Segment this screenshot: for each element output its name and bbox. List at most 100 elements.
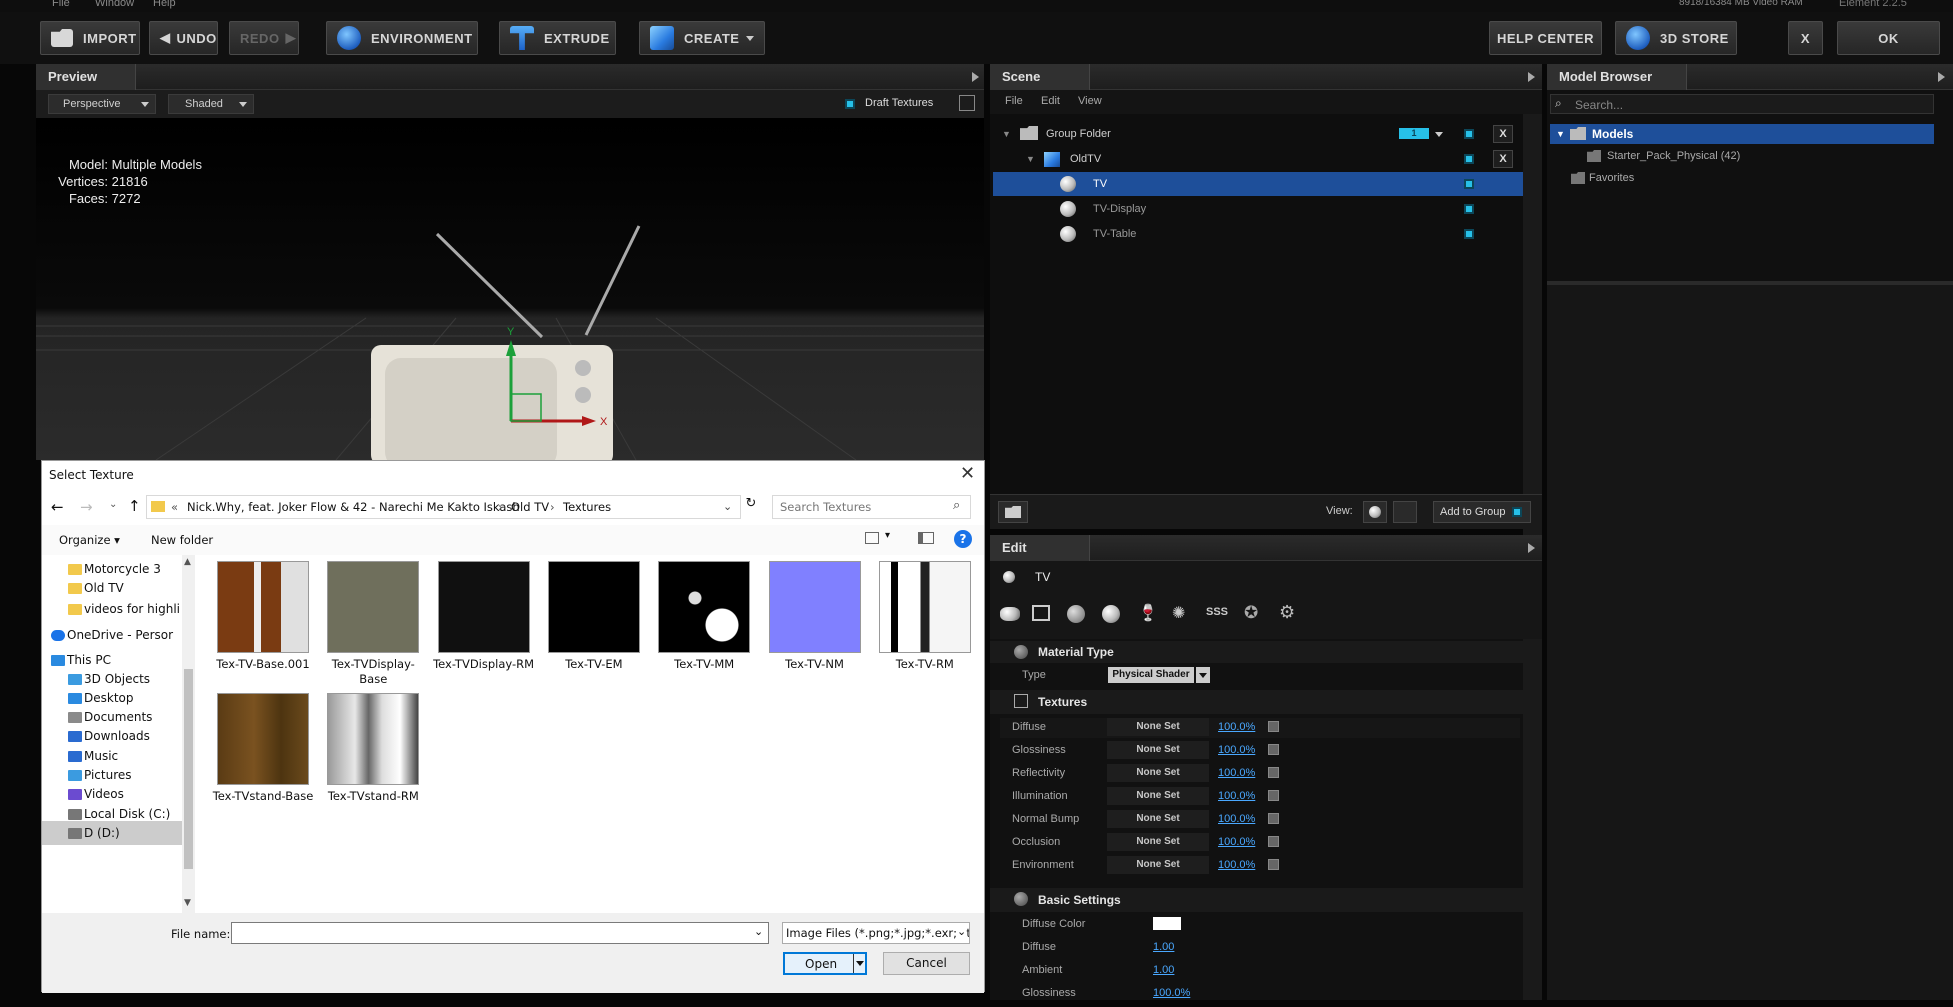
shading-tab-icon[interactable] (1067, 605, 1085, 623)
scene-menu-view[interactable]: View (1078, 95, 1102, 107)
model-search-input[interactable]: ⌕ Search... (1550, 94, 1934, 114)
file-thumbnail[interactable] (327, 693, 420, 785)
model-browser-tab[interactable]: Model Browser (1547, 64, 1687, 90)
scene-row-oldtv[interactable]: ▼ OldTV X (993, 147, 1523, 171)
edit-scrollbar[interactable] (1523, 639, 1542, 1000)
environment-button[interactable]: ENVIRONMENT (326, 21, 478, 55)
file-name-input[interactable]: ⌄ (231, 922, 769, 944)
edit-tab[interactable]: Edit (990, 535, 1090, 561)
diffuse-color-swatch[interactable] (1153, 917, 1181, 930)
texture-strength-value[interactable]: 100.0% (1218, 790, 1255, 802)
preview-tab[interactable]: Preview (36, 64, 136, 90)
texture-options-button[interactable] (1268, 744, 1279, 755)
file-thumbnail[interactable] (658, 561, 751, 653)
material-tab-icon[interactable] (1000, 607, 1020, 621)
draft-textures-checkbox[interactable] (845, 99, 855, 109)
breadcrumb-2[interactable]: Old TV (511, 496, 549, 518)
file-thumbnail[interactable] (217, 561, 309, 653)
file-label[interactable]: Tex-TV-NM (761, 657, 869, 672)
texture-slot-button[interactable]: None Set (1107, 833, 1209, 851)
open-button[interactable]: Open (783, 952, 867, 975)
texture-options-button[interactable] (1268, 859, 1279, 870)
remove-button[interactable]: X (1493, 150, 1513, 168)
file-label[interactable]: Tex-TV-MM (650, 657, 758, 672)
menu-help[interactable]: Help (153, 0, 176, 9)
scene-menu-edit[interactable]: Edit (1041, 95, 1060, 107)
file-thumbnail[interactable] (327, 561, 420, 653)
texture-strength-value[interactable]: 100.0% (1218, 859, 1255, 871)
extrude-button[interactable]: EXTRUDE (499, 21, 616, 55)
texture-slot-button[interactable]: None Set (1107, 764, 1209, 782)
nav-item-d-d-[interactable]: D (D:) (42, 821, 182, 845)
new-folder-button[interactable]: New folder (151, 533, 213, 547)
scene-menu-file[interactable]: File (1005, 95, 1023, 107)
scroll-down-icon[interactable]: ▼ (184, 898, 191, 908)
chevron-down-icon[interactable] (1435, 132, 1443, 137)
view-mode-dropdown[interactable]: Perspective (48, 94, 156, 114)
sss-tab-icon[interactable]: SSS (1206, 606, 1228, 618)
file-label[interactable]: Tex-TV-Base.001 (209, 657, 317, 672)
scene-scrollbar[interactable] (1523, 114, 1542, 556)
visibility-toggle[interactable] (1464, 204, 1474, 214)
scroll-up-icon[interactable]: ▲ (184, 557, 191, 567)
file-label[interactable]: Tex-TVDisplay-RM (430, 657, 538, 672)
visibility-toggle[interactable] (1464, 154, 1474, 164)
texture-options-button[interactable] (1268, 813, 1279, 824)
expand-arrow-icon[interactable]: ▼ (1556, 124, 1565, 144)
ambient-value[interactable]: 1.00 (1153, 964, 1174, 976)
remove-button[interactable]: X (1493, 125, 1513, 143)
scene-row-tv[interactable]: TV (993, 172, 1526, 196)
nav-item-videos-for-highli[interactable]: videos for highli (42, 597, 182, 621)
chevron-down-icon[interactable]: ⌄ (957, 925, 967, 938)
close-icon[interactable]: ✕ (960, 463, 975, 484)
scene-row-group-folder[interactable]: ▼ Group Folder 1 X (993, 122, 1523, 146)
organize-button[interactable]: Organize ▾ (59, 533, 120, 547)
file-thumbnail[interactable] (768, 561, 861, 653)
chevron-down-icon[interactable]: ⌄ (723, 496, 732, 518)
file-type-select[interactable]: Image Files (*.png;*.jpg;*.exr;*.t ⌄ (782, 922, 970, 944)
panel-expand-icon[interactable] (1528, 72, 1535, 82)
texture-tab-icon[interactable] (1032, 605, 1050, 621)
open-options-icon[interactable] (856, 961, 864, 966)
menu-window[interactable]: Window (95, 0, 134, 9)
shader-type-dropdown[interactable]: Physical Shader (1108, 667, 1194, 683)
ok-button[interactable]: OK (1837, 21, 1940, 55)
create-button[interactable]: CREATE (639, 21, 765, 55)
up-arrow-icon[interactable]: ↑ (128, 497, 141, 515)
texture-options-button[interactable] (1268, 836, 1279, 847)
texture-strength-value[interactable]: 100.0% (1218, 744, 1255, 756)
texture-slot-button[interactable]: None Set (1107, 718, 1209, 736)
texture-slot-button[interactable]: None Set (1107, 810, 1209, 828)
light-bulb-icon[interactable]: ✺ (1172, 603, 1185, 623)
reflection-tab-icon[interactable] (1102, 605, 1120, 623)
browser-item-favorites[interactable]: Favorites (1571, 168, 1911, 188)
file-thumbnail[interactable] (878, 561, 971, 653)
glass-icon[interactable]: 🍷 (1138, 603, 1158, 623)
bevel-icon[interactable]: ✪ (1244, 603, 1258, 623)
file-label[interactable]: Tex-TVstand-Base (209, 789, 317, 804)
shader-dropdown-arrow[interactable] (1196, 667, 1210, 683)
file-thumbnail[interactable] (217, 693, 309, 785)
textures-section[interactable]: Textures (990, 690, 1523, 714)
scene-tab[interactable]: Scene (990, 64, 1090, 90)
breadcrumb-overflow[interactable]: « (171, 496, 178, 518)
import-button[interactable]: IMPORT (40, 21, 140, 55)
gear-icon[interactable]: ⚙ (1279, 602, 1295, 623)
file-thumbnail[interactable] (547, 561, 640, 653)
view-options-icon[interactable] (865, 532, 879, 544)
group-count-badge[interactable]: 1 (1399, 128, 1429, 139)
file-thumbnail[interactable] (437, 561, 530, 653)
close-button[interactable]: X (1788, 21, 1823, 55)
chevron-down-icon[interactable]: ⌄ (754, 925, 763, 938)
texture-strength-value[interactable]: 100.0% (1218, 721, 1255, 733)
visibility-toggle[interactable] (1464, 179, 1474, 189)
dialog-search-input[interactable]: Search Textures ⌕ (772, 495, 971, 519)
preview-pane-icon[interactable] (918, 532, 934, 544)
nav-item-onedrive-persor[interactable]: OneDrive - Persor (42, 623, 182, 647)
texture-options-button[interactable] (1268, 767, 1279, 778)
scene-row-tv-table[interactable]: TV-Table (993, 222, 1523, 246)
menu-file[interactable]: File (52, 0, 70, 9)
help-center-button[interactable]: HELP CENTER (1489, 21, 1602, 55)
view-sphere-button[interactable] (1363, 501, 1387, 523)
panel-expand-icon[interactable] (972, 72, 979, 82)
